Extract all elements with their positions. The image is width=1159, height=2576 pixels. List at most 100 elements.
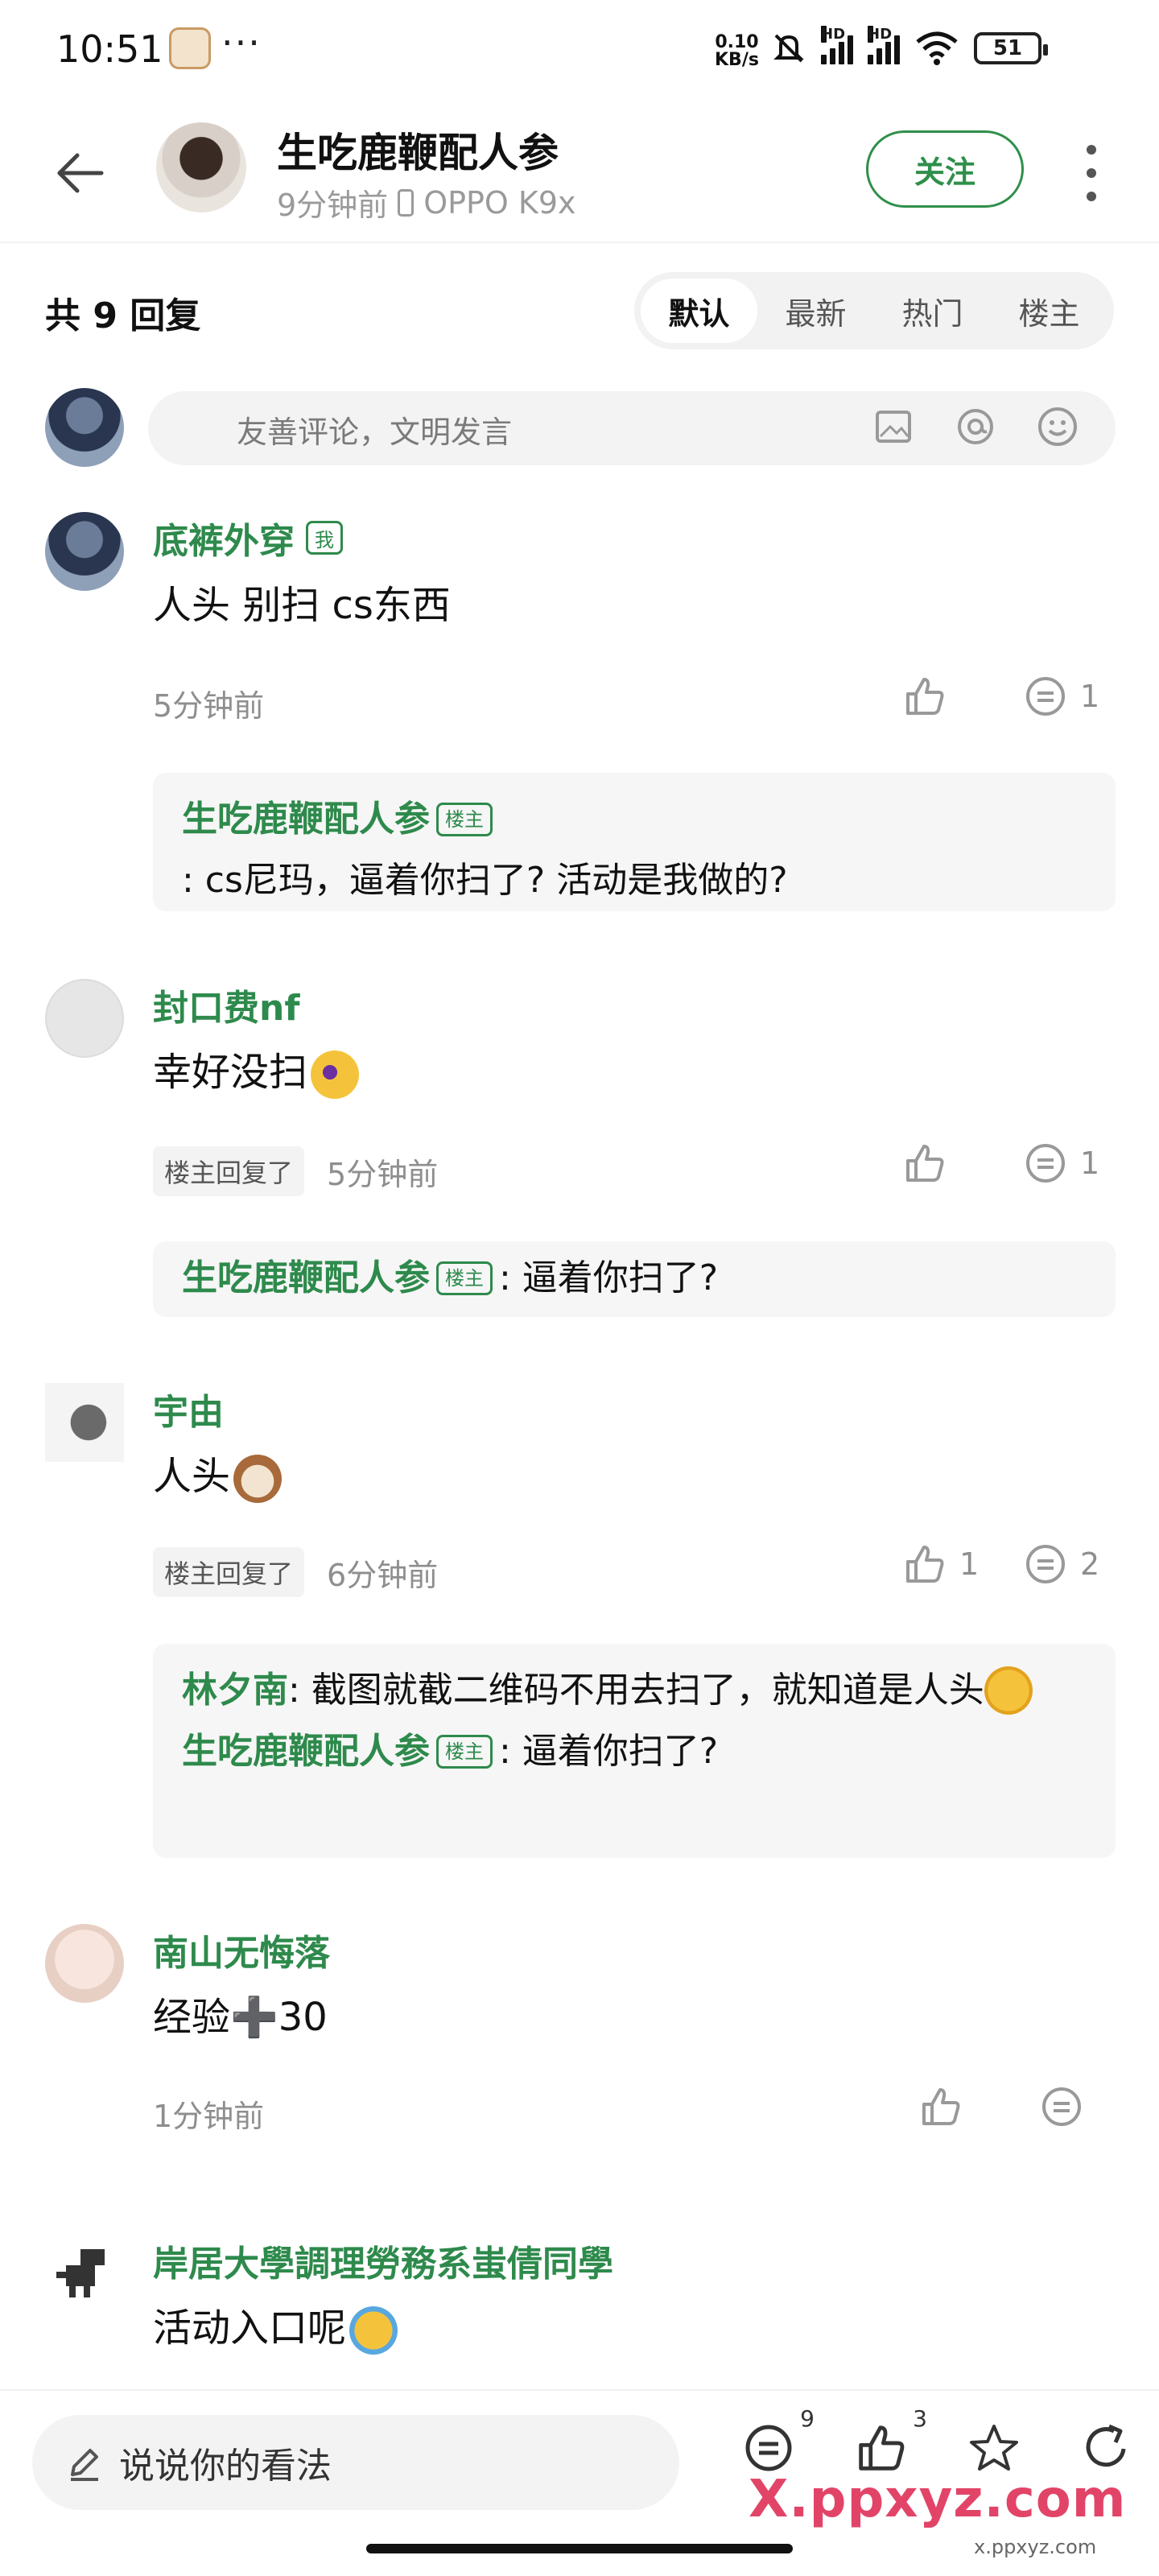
bottom-input-placeholder: 说说你的看法 [119,2446,332,2487]
like-button[interactable] [901,1140,1022,1187]
like-count: 3 [913,2405,927,2432]
comment-time: 1分钟前 [153,2099,265,2134]
commenter-name[interactable]: 宇由 [153,1383,224,1435]
device-name: OPPO K9x [423,184,576,221]
sub-reply-text: : 逼着你扫了? [499,1257,719,1298]
emoji-sticker [349,2306,398,2355]
sub-reply: 生吃鹿鞭配人参 楼主 : 逼着你扫了? [182,1721,1087,1782]
home-indicator[interactable] [366,2544,793,2553]
emoji-sticker [311,1051,360,1099]
thumbs-up-icon [906,1546,944,1583]
comment-actions: 1 [901,673,1143,720]
comment-actions: 1 [901,1140,1143,1187]
more-options-icon[interactable] [1075,145,1107,201]
comment-text: 人头 别扫 cs东西 [153,583,451,628]
share-icon [1086,2424,1126,2467]
op-replied-tag: 楼主回复了 [153,1146,305,1196]
back-arrow-icon[interactable] [48,141,113,205]
sort-tab-default[interactable]: 默认 [641,279,757,343]
sub-reply-name[interactable]: 生吃鹿鞭配人参 [182,1248,430,1309]
commenter-name[interactable]: 底裤外穿 我 [153,512,343,564]
commenter-avatar[interactable] [45,1383,124,1462]
comment-meta: 楼主回复了 6分钟前 [153,1547,438,1597]
status-bar: 10:51 ··· 0.10 KB/s HD HD 51 [0,0,1159,97]
sort-tabs: 默认 最新 热门 楼主 [634,272,1114,349]
emoji-icon[interactable] [1035,404,1080,449]
like-button[interactable] [901,673,1022,720]
commenter-avatar[interactable] [45,512,124,591]
star-icon [970,2425,1018,2471]
follow-button[interactable]: 关注 [866,130,1024,208]
reply-button[interactable]: 1 [1022,673,1143,720]
thumbs-up-icon [859,2425,905,2471]
sort-tab-op[interactable]: 楼主 [991,279,1107,343]
sub-replies[interactable]: 生吃鹿鞭配人参 楼主 : cs尼玛，逼着你扫了? 活动是我做的? [153,773,1116,911]
sub-reply-text: : cs尼玛，逼着你扫了? 活动是我做的? [182,860,788,901]
comment-icon [745,2425,792,2471]
commenter-avatar[interactable] [45,979,124,1058]
input-tools [871,404,1080,449]
post-meta: 9分钟前 OPPO K9x [277,180,576,225]
op-badge: 楼主 [436,1735,493,1769]
commenter-name[interactable]: 南山无悔落 [153,1924,330,1975]
reply-button[interactable] [1038,2083,1159,2130]
comment-icon [1042,2087,1081,2126]
like-button[interactable]: 1 [901,1541,1022,1587]
my-avatar [45,388,124,467]
sort-tab-hot[interactable]: 热门 [874,279,991,343]
bottom-comment-button[interactable]: 9 [740,2405,815,2476]
mention-icon[interactable] [953,404,998,449]
op-badge: 楼主 [436,803,493,836]
sub-reply-name[interactable]: 生吃鹿鞭配人参 [182,1721,430,1782]
like-button[interactable] [918,2083,1038,2130]
image-icon[interactable] [871,404,916,449]
comment-time: 5分钟前 [327,1156,439,1192]
sub-reply: 林夕南 : 截图就截二维码不用去扫了，就知道是人头 [182,1660,1087,1721]
thumbs-up-icon [922,2088,960,2125]
bottom-favorite-button[interactable] [966,2420,1022,2476]
comment-time: 6分钟前 [327,1557,439,1593]
comment-count: 9 [800,2405,815,2432]
mute-icon [773,34,804,63]
emoji-sticker [984,1666,1033,1715]
author-name[interactable]: 生吃鹿鞭配人参 [277,121,559,179]
comment-text: 经验➕30 [153,1995,328,2040]
network-speed-value: 0.10 [715,32,759,52]
sub-reply-text: : 截图就截二维码不用去扫了，就知道是人头 [288,1670,984,1711]
reply-button[interactable]: 2 [1022,1541,1143,1587]
bottom-share-button[interactable] [1079,2420,1135,2476]
thumbs-up-icon [906,678,944,715]
sub-reply: 生吃鹿鞭配人参 楼主 : 逼着你扫了? [182,1248,1087,1309]
post-header: 生吃鹿鞭配人参 9分钟前 OPPO K9x 关注 [0,105,1159,242]
commenter-name[interactable]: 封口费nf [153,979,299,1030]
reply-button[interactable]: 1 [1022,1140,1143,1187]
comment-icon [1026,1144,1065,1183]
comment-meta: 5分钟前 [153,681,264,725]
sub-reply-text: : 逼着你扫了? [499,1731,719,1772]
comment-input[interactable]: 友善评论，文明发言 [148,391,1116,465]
sub-replies[interactable]: 生吃鹿鞭配人参 楼主 : 逼着你扫了? [153,1241,1116,1317]
dino-avatar-icon [56,2249,105,2297]
bottom-like-button[interactable]: 3 [853,2405,927,2476]
commenter-avatar[interactable] [45,1924,124,2003]
sub-reply-name[interactable]: 生吃鹿鞭配人参 [182,789,430,850]
sub-reply-name[interactable]: 林夕南 [182,1660,288,1721]
sort-tab-latest[interactable]: 最新 [757,279,874,343]
me-badge: 我 [306,521,343,555]
network-speed-unit: KB/s [715,50,759,70]
sub-replies[interactable]: 林夕南 : 截图就截二维码不用去扫了，就知道是人头 生吃鹿鞭配人参 楼主 : 逼… [153,1644,1116,1858]
comment-input-placeholder: 友善评论，文明发言 [237,415,513,450]
bottom-comment-input[interactable]: 说说你的看法 [32,2415,679,2510]
app-notification-icon [169,27,211,69]
sub-reply: 生吃鹿鞭配人参 楼主 : cs尼玛，逼着你扫了? 活动是我做的? [182,789,1087,911]
status-time: 10:51 [56,27,163,71]
comment-text: 活动入口呢 [153,2296,398,2355]
commenter-name[interactable]: 岸居大學調理勞務系蚩倩同學 [153,2235,613,2286]
wifi-icon [916,31,958,65]
network-speed: 0.10 KB/s [715,34,759,69]
comment-time: 5分钟前 [153,688,265,724]
commenter-avatar[interactable] [45,2235,124,2314]
comment-text: 幸好没扫 [153,1040,360,1099]
author-avatar[interactable] [156,122,246,213]
comment-icon [1026,677,1065,716]
